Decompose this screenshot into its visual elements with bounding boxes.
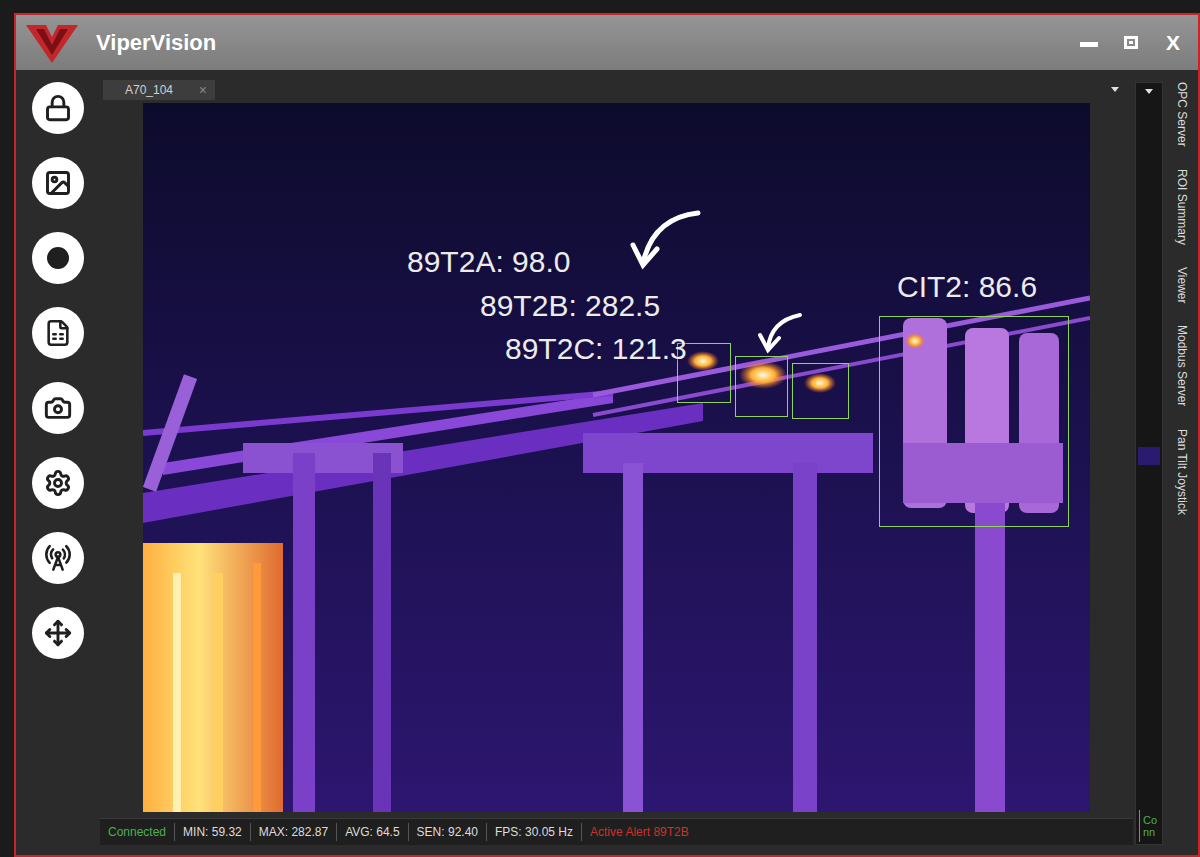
- annotation-arrow-icon: [760, 315, 800, 350]
- snapshot-button[interactable]: [32, 382, 84, 434]
- pan-tilt-button[interactable]: [32, 607, 84, 659]
- tab-strip: A70_104×: [100, 70, 1133, 100]
- minimize-button[interactable]: [1080, 42, 1098, 47]
- roi-box[interactable]: [792, 363, 849, 419]
- lock-button[interactable]: [32, 82, 84, 134]
- window-title: ViperVision: [96, 30, 216, 56]
- record-button[interactable]: [32, 232, 84, 284]
- side-tab[interactable]: Pan Tilt Joystick: [1175, 429, 1189, 515]
- app-window: ViperVision X A70_104× 89T2A: 98.0 89T2B: 28…: [14, 13, 1200, 857]
- maximize-button[interactable]: [1124, 36, 1138, 49]
- status-bar: ConnectedMIN: 59.32MAX: 282.87AVG: 64.5S…: [100, 818, 1133, 845]
- connection-status: Connected: [100, 823, 175, 841]
- image-button[interactable]: [32, 157, 84, 209]
- status-reading: AVG: 64.5: [337, 823, 408, 841]
- roi-label: 89T2B: 282.5: [480, 289, 660, 323]
- network-button[interactable]: [32, 532, 84, 584]
- status-reading: MIN: 59.32: [175, 823, 251, 841]
- roi-box[interactable]: [735, 356, 788, 417]
- right-panel: Conn OPC Server ROI Summary Viewer Modbus Se…: [1133, 70, 1198, 855]
- radio-tower-icon: [44, 544, 72, 572]
- tab-menu-icon[interactable]: [1111, 87, 1119, 92]
- image-icon: [44, 169, 72, 197]
- vipervision-logo-icon: [24, 21, 80, 65]
- toolbar: [16, 70, 100, 855]
- thumbnail[interactable]: [1138, 447, 1160, 465]
- screen: ViperVision X A70_104× 89T2A: 98.0 89T2B: 28…: [0, 0, 1200, 857]
- side-tab[interactable]: Modbus Server: [1175, 325, 1189, 406]
- roi-label: 89T2C: 121.3: [505, 332, 687, 366]
- side-tab[interactable]: Viewer: [1175, 267, 1189, 303]
- thermal-view[interactable]: 89T2A: 98.0 89T2B: 282.5 89T2C: 121.3 CIT2:…: [143, 103, 1090, 812]
- lock-icon: [44, 94, 72, 122]
- close-button[interactable]: X: [1164, 30, 1182, 55]
- window-body: A70_104× 89T2A: 98.0 89T2B: 282.5 89T2C: 12…: [16, 70, 1198, 855]
- thermal-image: [143, 103, 1090, 812]
- roi-label: 89T2A: 98.0: [407, 245, 570, 279]
- spreadsheet-icon: [44, 319, 72, 347]
- gear-icon: [44, 469, 72, 497]
- roi-box[interactable]: [879, 316, 1069, 527]
- side-tab[interactable]: OPC Server: [1175, 82, 1189, 147]
- status-reading: MAX: 282.87: [251, 823, 337, 841]
- settings-button[interactable]: [32, 457, 84, 509]
- roi-label: CIT2: 86.6: [897, 270, 1037, 304]
- window-controls: X: [1080, 30, 1182, 55]
- export-button[interactable]: [32, 307, 84, 359]
- side-panel: Conn: [1135, 82, 1163, 845]
- connection-badge: Conn: [1139, 810, 1159, 842]
- side-tabs: OPC Server ROI Summary Viewer Modbus Server…: [1165, 70, 1198, 855]
- tab-close-button[interactable]: ×: [199, 82, 207, 98]
- side-tab[interactable]: ROI Summary: [1175, 169, 1189, 245]
- move-arrows-icon: [44, 619, 72, 647]
- status-reading: FPS: 30.05 Hz: [487, 823, 582, 841]
- camera-tab[interactable]: A70_104×: [103, 80, 215, 100]
- camera-icon: [44, 394, 72, 422]
- status-reading: SEN: 92.40: [409, 823, 487, 841]
- title-bar: ViperVision X: [16, 15, 1198, 70]
- panel-menu-icon[interactable]: [1145, 89, 1153, 94]
- alert-status: Active Alert 89T2B: [582, 823, 697, 841]
- annotation-arrow-icon: [633, 213, 698, 265]
- viewer-panel: A70_104× 89T2A: 98.0 89T2B: 282.5 89T2C: 12…: [100, 70, 1133, 855]
- record-icon: [47, 247, 69, 269]
